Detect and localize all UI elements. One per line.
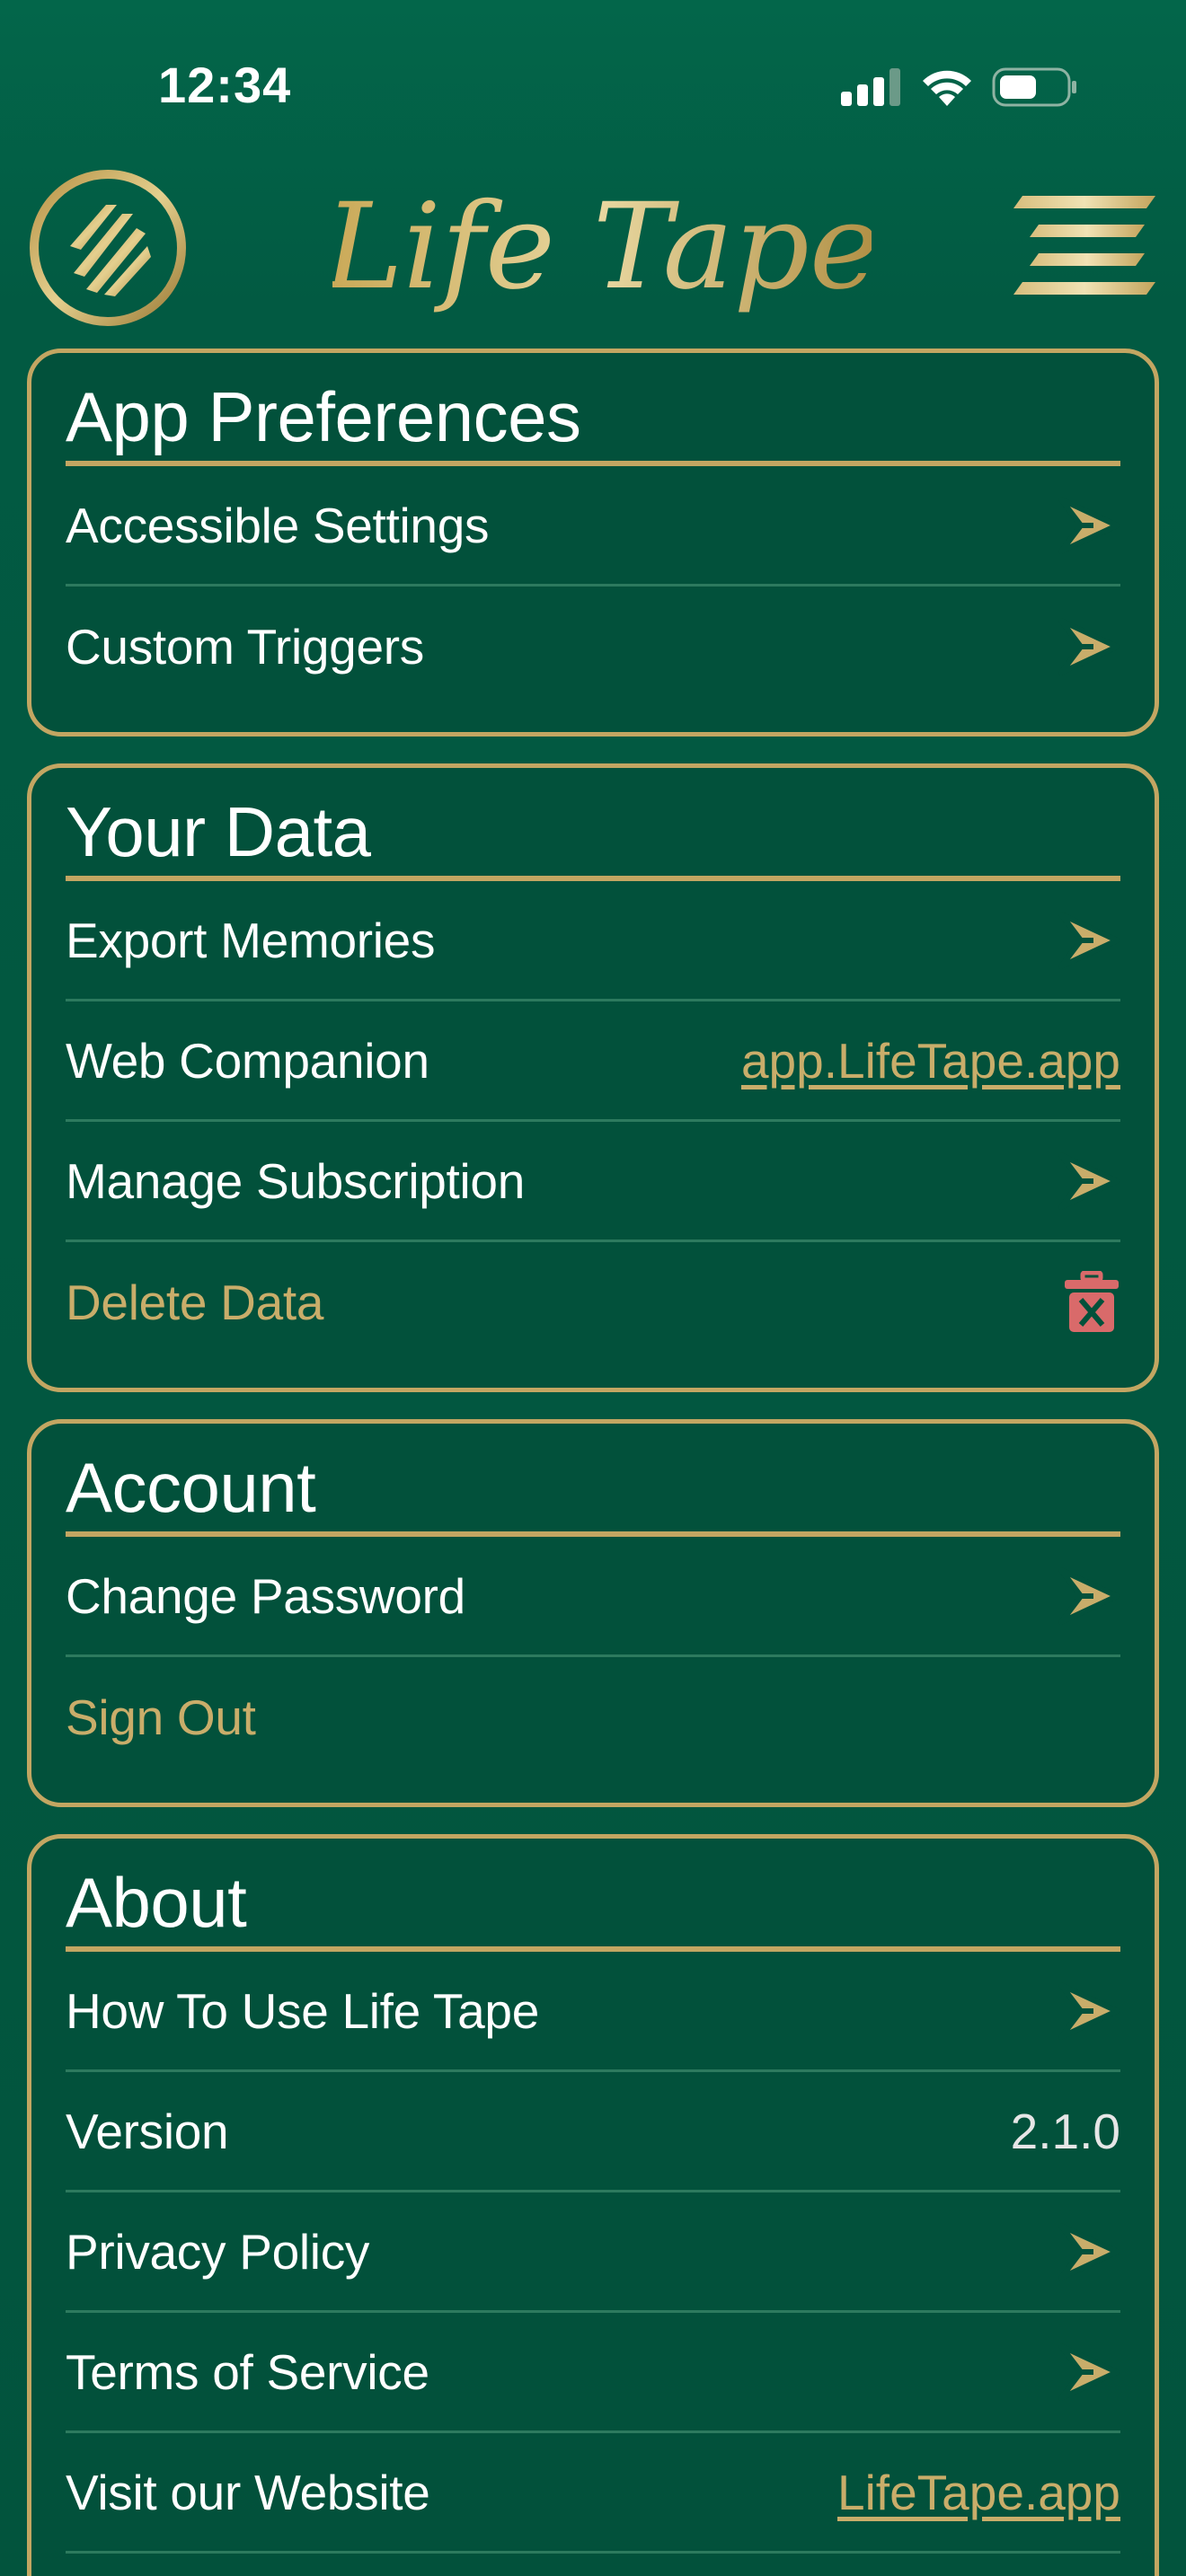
row-label: Sign Out — [66, 1689, 256, 1745]
status-bar: 12:34 — [0, 0, 1186, 171]
row-delete-data[interactable]: Delete Data — [66, 1242, 1120, 1363]
section-app-preferences: App Preferences Accessible Settings Cust… — [27, 348, 1159, 737]
section-your-data: Your Data Export Memories Web Companion … — [27, 763, 1159, 1392]
section-title: App Preferences — [66, 353, 1120, 466]
gold-arrow-right-icon — [1058, 1151, 1120, 1210]
row-label: Manage Subscription — [66, 1152, 525, 1209]
row-how-to-use[interactable]: How To Use Life Tape — [66, 1952, 1120, 2072]
row-label: How To Use Life Tape — [66, 1982, 540, 2039]
row-label: Export Memories — [66, 912, 436, 968]
wifi-icon — [923, 70, 971, 106]
gold-arrow-right-icon — [1058, 2222, 1120, 2280]
app-header: Life Tape — [0, 162, 1186, 329]
section-title: Account — [66, 1424, 1120, 1537]
row-export-memories[interactable]: Export Memories — [66, 881, 1120, 1001]
row-label: Delete Data — [66, 1275, 324, 1330]
row-label: Change Password — [66, 1567, 465, 1624]
settings-screen: 12:34 Life Tape App Preferences Accessib… — [0, 0, 1186, 2576]
cellular-signal-icon — [841, 68, 900, 106]
brand-logo: Life Tape — [332, 178, 872, 316]
row-label: Version — [66, 2103, 229, 2159]
row-change-password[interactable]: Change Password — [66, 1537, 1120, 1657]
striped-circle-logo-icon[interactable] — [27, 167, 189, 329]
brand-name: Life Tape — [332, 178, 872, 316]
section-title: Your Data — [66, 768, 1120, 881]
battery-icon — [992, 67, 1076, 107]
gold-arrow-right-icon — [1058, 1981, 1120, 2040]
row-manage-subscription[interactable]: Manage Subscription — [66, 1122, 1120, 1242]
row-privacy-policy[interactable]: Privacy Policy — [66, 2192, 1120, 2313]
hamburger-menu-icon[interactable] — [1012, 189, 1159, 307]
gold-arrow-right-icon — [1058, 496, 1120, 554]
section-title: About — [66, 1839, 1120, 1952]
website-link[interactable]: LifeTape.app — [837, 2464, 1120, 2521]
row-visit-website: Visit our Website LifeTape.app — [66, 2433, 1120, 2554]
row-custom-triggers[interactable]: Custom Triggers — [66, 587, 1120, 707]
row-label: Web Companion — [66, 1032, 429, 1089]
gold-arrow-right-icon — [1058, 911, 1120, 969]
version-value: 2.1.0 — [1010, 2103, 1120, 2159]
web-companion-link[interactable]: app.LifeTape.app — [741, 1032, 1120, 1090]
section-about: About How To Use Life Tape Version 2.1.0… — [27, 1834, 1159, 2576]
row-terms-of-service[interactable]: Terms of Service — [66, 2313, 1120, 2433]
row-web-companion: Web Companion app.LifeTape.app — [66, 1001, 1120, 1122]
row-label: Privacy Policy — [66, 2223, 370, 2280]
section-account: Account Change Password Sign Out — [27, 1419, 1159, 1807]
row-label: Terms of Service — [66, 2343, 429, 2400]
row-sign-out[interactable]: Sign Out — [66, 1657, 1120, 1778]
trash-icon — [1065, 1271, 1119, 1332]
gold-arrow-right-icon — [1058, 2342, 1120, 2401]
row-accessible-settings[interactable]: Accessible Settings — [66, 466, 1120, 587]
row-label: Custom Triggers — [66, 619, 424, 675]
gold-arrow-right-icon — [1058, 1566, 1120, 1625]
status-time: 12:34 — [158, 57, 292, 113]
row-version: Version 2.1.0 — [66, 2072, 1120, 2192]
row-label: Visit our Website — [66, 2464, 430, 2520]
row-label: Accessible Settings — [66, 497, 490, 553]
gold-arrow-right-icon — [1058, 618, 1120, 675]
